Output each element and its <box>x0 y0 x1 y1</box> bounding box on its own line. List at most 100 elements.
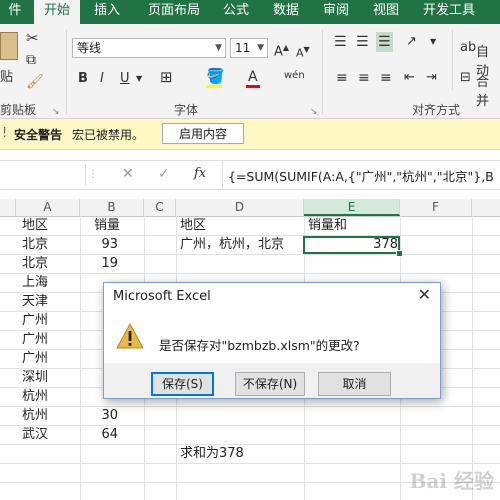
warning-icon <box>116 323 144 349</box>
tab-data[interactable]: 数据 <box>264 0 308 24</box>
tab-view[interactable]: 视图 <box>364 0 408 24</box>
chevron-down-icon[interactable]: ▼ <box>136 71 142 87</box>
dialog-body: 是否保存对"bzmbzb.xlsm"的更改? 保存(S) 不保存(N) 取消 <box>104 311 440 398</box>
font-group-label: 字体 <box>174 103 199 117</box>
tab-developer[interactable]: 开发工具 <box>414 0 484 24</box>
table-row-sales[interactable]: 64 <box>80 425 118 444</box>
decrease-font-icon[interactable]: A▼ <box>296 42 310 62</box>
save-dialog: Microsoft Excel ✕ 是否保存对"bzmbzb.xlsm"的更改?… <box>103 282 441 399</box>
clipboard-launcher-icon[interactable]: ↘ <box>52 104 60 120</box>
italic-icon[interactable]: I <box>100 71 104 87</box>
increase-font-icon[interactable]: A▲ <box>274 40 289 60</box>
merge-center-label[interactable]: 合并 <box>476 71 500 109</box>
fill-handle[interactable] <box>396 250 403 257</box>
table-row-region[interactable]: 北京 <box>22 235 48 254</box>
font-size-select[interactable]: 11 ▼ <box>230 38 268 58</box>
tab-page-layout[interactable]: 页面布局 <box>136 0 212 24</box>
align-center-icon[interactable]: ≡ <box>358 70 370 86</box>
tab-formulas[interactable]: 公式 <box>214 0 258 24</box>
align-bottom-icon[interactable]: ☰ <box>376 32 393 52</box>
increase-indent-icon[interactable]: ⇥ <box>426 70 437 86</box>
column-header-c[interactable]: C <box>144 199 176 216</box>
font-color-swatch <box>246 85 260 88</box>
dont-save-button[interactable]: 不保存(N) <box>235 372 305 396</box>
select-all-corner[interactable] <box>0 199 16 216</box>
fill-color-icon[interactable]: 🪣 <box>206 68 225 84</box>
cancel-button[interactable]: 取消 <box>318 372 391 396</box>
font-name-select[interactable]: 等线 ▼ <box>72 38 226 58</box>
ribbon: 贴 ✂ ⧉ 🖌 剪贴板 ↘ 等线 ▼ 11 ▼ A▲ A▼ B I U ▼ ⊞ … <box>0 24 500 119</box>
font-launcher-icon[interactable]: ↘ <box>310 104 318 120</box>
table-row-region[interactable]: 天津 <box>22 292 48 311</box>
grid-line <box>0 444 500 445</box>
security-warning-title: 安全警告 <box>14 128 63 142</box>
enable-content-button[interactable]: 启用内容 <box>162 123 244 144</box>
dialog-message: 是否保存对"bzmbzb.xlsm"的更改? <box>159 338 360 353</box>
wrap-text-icon[interactable]: ab <box>460 40 476 56</box>
table-row-region[interactable]: 深圳 <box>22 368 48 387</box>
chevron-down-icon[interactable]: ▼ <box>430 34 436 50</box>
cancel-icon[interactable]: ✕ <box>122 166 134 182</box>
table-row-region[interactable]: 广州 <box>22 330 48 349</box>
merge-icon[interactable]: ⊟ <box>460 70 471 86</box>
cell-d2-criteria[interactable]: 广州，杭州，北京 <box>180 235 284 254</box>
active-cell-border <box>303 236 400 254</box>
bold-icon[interactable]: B <box>78 71 88 87</box>
orientation-icon[interactable]: ↗ <box>406 34 417 50</box>
table-row-region[interactable]: 广州 <box>22 311 48 330</box>
align-left-icon[interactable]: ≡ <box>336 70 348 86</box>
cell-b1[interactable]: 销量 <box>94 216 120 235</box>
more-options-icon[interactable]: ⋮ <box>88 167 98 183</box>
cell-a1[interactable]: 地区 <box>22 216 48 235</box>
phonetic-icon[interactable]: wén <box>284 68 305 84</box>
tab-home[interactable]: 开始 <box>34 0 80 24</box>
close-icon[interactable]: ✕ <box>418 285 431 304</box>
table-row-region[interactable]: 武汉 <box>22 425 48 444</box>
format-painter-icon[interactable]: 🖌 <box>26 74 44 90</box>
font-color-icon[interactable]: A <box>248 69 258 85</box>
table-row-sales[interactable]: 19 <box>80 254 118 273</box>
grid-line <box>0 273 500 274</box>
paste-icon[interactable] <box>0 32 18 60</box>
formula-bar: ⋮ ✕ ✓ fx {=SUM(SUMIF(A:A,{"广州","杭州","北京"… <box>0 160 500 190</box>
enter-icon[interactable]: ✓ <box>158 166 170 182</box>
align-right-icon[interactable]: ≡ <box>380 70 392 86</box>
table-row-sales[interactable]: 30 <box>80 406 118 425</box>
column-header-d[interactable]: D <box>176 199 304 216</box>
column-header-a[interactable]: A <box>16 199 80 216</box>
clipboard-group-label: 剪贴板 <box>0 103 37 117</box>
decrease-indent-icon[interactable]: ⇤ <box>404 70 415 86</box>
group-separator <box>66 30 67 114</box>
column-header-e[interactable]: E <box>304 199 400 216</box>
align-top-icon[interactable]: ☰ <box>334 34 347 50</box>
table-row-region[interactable]: 广州 <box>22 349 48 368</box>
tab-review[interactable]: 审阅 <box>314 0 358 24</box>
formula-input[interactable]: {=SUM(SUMIF(A:A,{"广州","杭州","北京"},B <box>228 166 494 185</box>
cut-icon[interactable]: ✂ <box>26 30 39 46</box>
table-row-region[interactable]: 上海 <box>22 273 48 292</box>
table-row-sales[interactable]: 93 <box>80 235 118 254</box>
underline-icon[interactable]: U <box>120 71 130 87</box>
dialog-title: Microsoft Excel <box>113 289 211 304</box>
name-box[interactable] <box>0 164 86 186</box>
font-size-value: 11 <box>235 41 251 55</box>
cell-d-sum-note[interactable]: 求和为378 <box>180 444 244 463</box>
border-icon[interactable]: ⊞ <box>160 69 173 85</box>
grid-line <box>0 463 500 464</box>
save-button[interactable]: 保存(S) <box>151 372 214 396</box>
table-row-region[interactable]: 杭州 <box>22 387 48 406</box>
column-header-g[interactable] <box>472 199 500 216</box>
column-header-b[interactable]: B <box>80 199 144 216</box>
column-header-f[interactable]: F <box>400 199 472 216</box>
copy-icon[interactable]: ⧉ <box>26 52 36 68</box>
cell-d1[interactable]: 地区 <box>180 216 206 235</box>
tab-insert[interactable]: 插入 <box>84 0 130 24</box>
table-row-region[interactable]: 北京 <box>22 254 48 273</box>
paste-button-label[interactable]: 贴 <box>0 66 13 85</box>
table-row-region[interactable]: 杭州 <box>22 406 48 425</box>
insert-function-icon[interactable]: fx <box>194 166 206 182</box>
align-middle-icon[interactable]: ☰ <box>356 34 369 50</box>
tab-file[interactable]: 件 <box>0 0 30 24</box>
cell-e1[interactable]: 销量和 <box>308 216 347 235</box>
group-separator <box>322 30 323 114</box>
